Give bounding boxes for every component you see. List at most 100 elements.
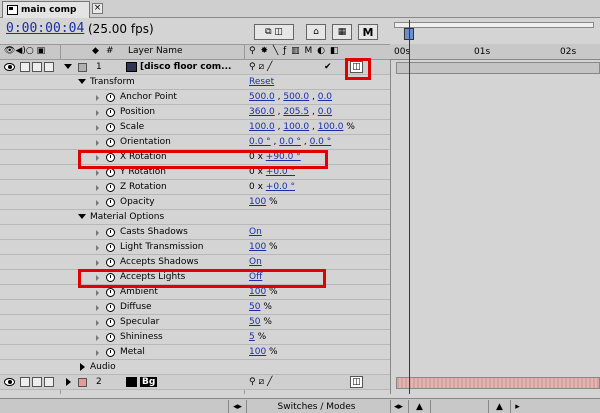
layer-name[interactable]: [disco floor com... — [140, 62, 231, 72]
comp-flowchart-button[interactable]: ⧉ ◫ — [254, 24, 294, 40]
collapse-triangle-icon[interactable] — [80, 363, 85, 371]
expand-triangle-icon[interactable] — [96, 125, 99, 131]
quality-icon[interactable]: ⚲ ⧄ ╱ — [249, 62, 272, 72]
property-value[interactable]: On — [249, 227, 262, 237]
expand-triangle-icon[interactable] — [96, 305, 99, 311]
property-row[interactable]: Diffuse 50 % — [0, 300, 390, 315]
toggle-panes-icon[interactable]: ◂▸ — [228, 400, 246, 413]
zoom-in-icon[interactable]: ▲ — [488, 400, 510, 413]
label-color-swatch[interactable] — [78, 63, 87, 72]
property-value[interactable]: 100.0 , 100.0 , 100.0 % — [249, 122, 355, 132]
expand-triangle-icon[interactable] — [96, 110, 99, 116]
stopwatch-icon[interactable] — [106, 108, 115, 117]
expand-triangle-icon[interactable] — [96, 185, 99, 191]
property-row[interactable]: Casts Shadows On — [0, 225, 390, 240]
close-icon[interactable]: × — [92, 3, 103, 14]
group-row-material[interactable]: Material Options — [0, 210, 390, 225]
expand-triangle-icon[interactable] — [78, 79, 86, 84]
property-row[interactable]: Specular 50 % — [0, 315, 390, 330]
stopwatch-icon[interactable] — [106, 333, 115, 342]
layer-row-1[interactable]: 1 [disco floor com... ⚲ ⧄ ╱ ✔ ◫ — [0, 60, 390, 75]
lock-switch[interactable] — [44, 377, 54, 387]
stopwatch-icon[interactable] — [106, 348, 115, 357]
time-navigator[interactable] — [390, 18, 600, 44]
property-value[interactable]: 50 % — [249, 317, 272, 327]
expand-triangle-icon[interactable] — [96, 290, 99, 296]
expand-triangle-icon[interactable] — [78, 214, 86, 219]
property-value[interactable]: On — [249, 257, 262, 267]
stopwatch-icon[interactable] — [106, 183, 115, 192]
playhead[interactable] — [409, 20, 410, 394]
property-row[interactable]: Orientation 0.0 ° , 0.0 ° , 0.0 ° — [0, 135, 390, 150]
property-row[interactable]: Metal 100 % — [0, 345, 390, 360]
zoom-out-icon[interactable]: ▲ — [408, 400, 430, 413]
property-value[interactable]: 360.0 , 205.5 , 0.0 — [249, 107, 332, 117]
property-row[interactable]: Light Transmission 100 % — [0, 240, 390, 255]
property-row[interactable]: Accepts Shadows On — [0, 255, 390, 270]
property-value[interactable]: 50 % — [249, 302, 272, 312]
expand-triangle-icon[interactable] — [96, 335, 99, 341]
expand-triangle-icon[interactable] — [96, 95, 99, 101]
eye-icon[interactable] — [4, 378, 15, 386]
time-ruler[interactable]: 00s 01s 02s — [390, 44, 600, 60]
stopwatch-icon[interactable] — [106, 138, 115, 147]
tab-main-comp[interactable]: main comp — [2, 1, 90, 18]
frame-blending-button[interactable]: ▦ — [332, 24, 352, 40]
property-value[interactable]: 500.0 , 500.0 , 0.0 — [249, 92, 332, 102]
eye-icon[interactable] — [4, 63, 15, 71]
stopwatch-icon[interactable] — [106, 198, 115, 207]
property-row[interactable]: Anchor Point 500.0 , 500.0 , 0.0 — [0, 90, 390, 105]
expand-triangle-icon[interactable] — [96, 350, 99, 356]
solo-switch[interactable] — [32, 62, 42, 72]
group-row-transform[interactable]: Transform Reset — [0, 75, 390, 90]
lock-switch[interactable] — [44, 62, 54, 72]
stopwatch-icon[interactable] — [106, 228, 115, 237]
audio-switch[interactable] — [20, 377, 30, 387]
expand-triangle-icon[interactable] — [96, 200, 99, 206]
property-value[interactable]: 100 % — [249, 197, 278, 207]
property-row[interactable]: Opacity 100 % — [0, 195, 390, 210]
property-value[interactable]: 100 % — [249, 287, 278, 297]
stopwatch-icon[interactable] — [106, 318, 115, 327]
stopwatch-icon[interactable] — [106, 243, 115, 252]
switches-modes-toggle[interactable]: Switches / Modes — [246, 400, 386, 413]
property-value[interactable]: 0.0 ° , 0.0 ° , 0.0 ° — [249, 137, 331, 147]
layer-bar-1[interactable] — [396, 62, 600, 74]
group-row-audio[interactable]: Audio — [0, 360, 390, 375]
col-layer-name[interactable]: Layer Name — [128, 46, 183, 56]
expand-triangle-icon[interactable] — [96, 320, 99, 326]
property-value[interactable]: 0 x +0.0 ° — [249, 182, 295, 192]
adjustment-check-icon[interactable]: ✔ — [324, 62, 332, 72]
stopwatch-icon[interactable] — [106, 288, 115, 297]
reset-link[interactable]: Reset — [249, 77, 274, 87]
quality-icon[interactable]: ⚲ ⧄ ╱ — [249, 377, 272, 387]
stopwatch-icon[interactable] — [106, 123, 115, 132]
property-value[interactable]: 5 % — [249, 332, 266, 342]
property-row[interactable]: Shininess 5 % — [0, 330, 390, 345]
property-row[interactable]: Scale 100.0 , 100.0 , 100.0 % — [0, 120, 390, 135]
collapse-triangle-icon[interactable] — [66, 378, 71, 386]
property-value[interactable]: 100 % — [249, 347, 278, 357]
3d-layer-switch-icon[interactable]: ◫ — [350, 376, 363, 388]
property-row[interactable]: Position 360.0 , 205.5 , 0.0 — [0, 105, 390, 120]
expand-triangle-icon[interactable] — [64, 64, 72, 69]
end-icon[interactable]: ▸ — [510, 400, 524, 413]
zoom-slider[interactable] — [430, 400, 488, 413]
motion-blur-button[interactable]: M — [358, 24, 378, 40]
expand-triangle-icon[interactable] — [96, 230, 99, 236]
expand-triangle-icon[interactable] — [96, 170, 99, 176]
solo-switch[interactable] — [32, 377, 42, 387]
layer-name[interactable]: Bg — [140, 377, 158, 387]
layer-row-2[interactable]: 2 Bg ⚲ ⧄ ╱ ◫ — [0, 375, 390, 390]
property-row[interactable]: Z Rotation 0 x +0.0 ° — [0, 180, 390, 195]
layer-bar-2[interactable] — [396, 377, 600, 389]
stopwatch-icon[interactable] — [106, 303, 115, 312]
label-color-swatch[interactable] — [78, 378, 87, 387]
property-value[interactable]: 100 % — [249, 242, 278, 252]
stopwatch-icon[interactable] — [106, 93, 115, 102]
current-time-display[interactable]: 0:00:00:04 — [6, 21, 84, 36]
timeline-area[interactable] — [390, 18, 600, 394]
nav-icon[interactable]: ◂▸ — [390, 400, 406, 413]
stopwatch-icon[interactable] — [106, 168, 115, 177]
expand-triangle-icon[interactable] — [96, 245, 99, 251]
